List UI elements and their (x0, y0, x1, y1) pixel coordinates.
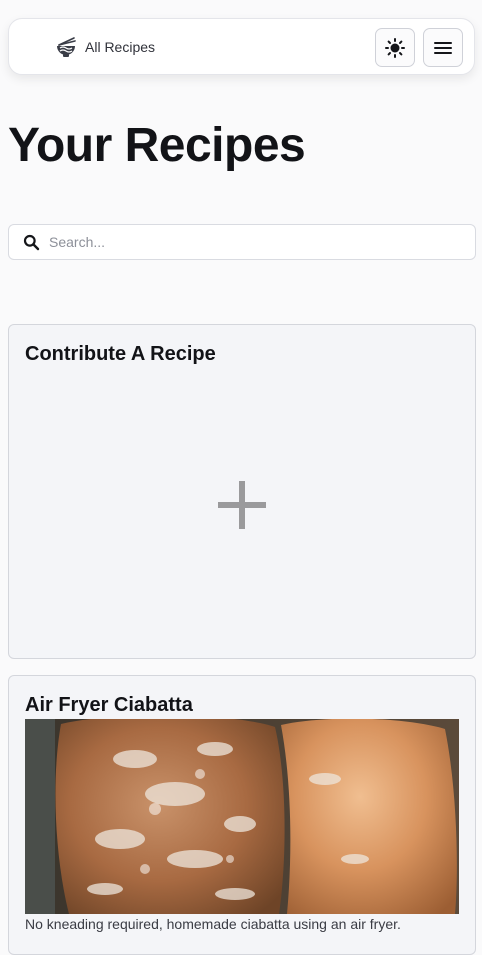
search-bar[interactable] (8, 224, 476, 260)
contribute-recipe-card[interactable]: Contribute A Recipe (8, 324, 476, 659)
hamburger-menu-icon (434, 41, 452, 54)
top-navbar: All Recipes (8, 18, 475, 75)
recipe-card[interactable]: Air Fryer Ciabatta No kneading required,… (8, 675, 476, 955)
sun-icon (385, 37, 405, 58)
menu-button[interactable] (423, 28, 463, 67)
plus-icon[interactable] (218, 481, 266, 529)
noodle-bowl-icon (57, 37, 76, 57)
search-input[interactable] (49, 226, 469, 258)
ciabatta-photo (25, 719, 459, 914)
card-title: Contribute A Recipe (25, 343, 216, 365)
brand-label: All Recipes (85, 39, 156, 55)
theme-toggle-button[interactable] (375, 28, 415, 67)
recipe-description: No kneading required, homemade ciabatta … (25, 916, 401, 932)
search-icon (23, 234, 40, 251)
recipe-image[interactable] (25, 719, 459, 914)
recipe-title[interactable]: Air Fryer Ciabatta (25, 694, 193, 717)
page-title: Your Recipes (8, 119, 306, 172)
home-link[interactable]: All Recipes (54, 34, 155, 60)
